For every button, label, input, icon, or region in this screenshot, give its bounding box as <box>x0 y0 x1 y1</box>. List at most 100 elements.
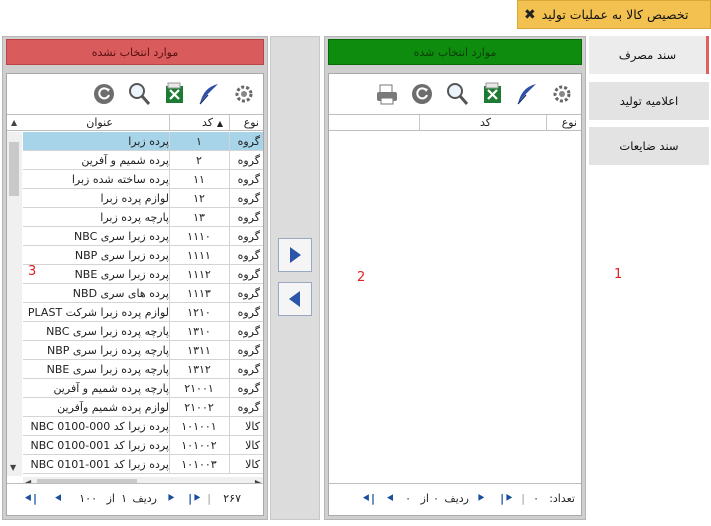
row-value: ۰ <box>433 492 439 505</box>
magnifier-icon[interactable] <box>124 79 154 109</box>
first-page-button[interactable]: ⯈| <box>500 492 513 506</box>
table-row[interactable]: کالا ۱۰۱۰۰۱ پرده زبرا کد NBC 0100-000 <box>23 417 263 436</box>
row-title: پرده زبرا کد NBC 0100-000 <box>30 420 169 433</box>
row-title: لوازم پرده زبرا <box>100 192 170 205</box>
row-code: ۱۳ <box>193 211 205 224</box>
move-left-button[interactable] <box>278 282 312 316</box>
row-type: گروه <box>237 192 260 205</box>
table-row[interactable]: گروه ۱۳ پارچه پرده زبرا <box>23 208 263 227</box>
table-row[interactable]: گروه ۱۳۱۲ پارچه پرده زبرا سری NBE <box>23 360 263 379</box>
excel-icon[interactable] <box>477 79 507 109</box>
row-type: گروه <box>237 173 260 186</box>
column-code[interactable]: کد <box>202 116 213 129</box>
row-code: ۱۳۱۱ <box>187 344 211 357</box>
first-page-button[interactable]: ⯈| <box>188 492 201 506</box>
table-row[interactable]: گروه ۱۳۱۱ پارچه پرده زبرا سری NBP <box>23 341 263 360</box>
table-row[interactable]: گروه ۱ پرده زبرا <box>23 132 263 151</box>
table-row[interactable]: کالا ۱۰۱۰۰۳ پرده زبرا کد NBC 0101-001 <box>23 455 263 474</box>
table-row[interactable]: گروه ۱۱۱۳ پرده های سری NBD <box>23 284 263 303</box>
table-row[interactable]: گروه ۱۳۱۰ پارچه پرده زبرا سری NBC <box>23 322 263 341</box>
row-type: گروه <box>237 382 260 395</box>
arrow-right-icon <box>290 247 301 263</box>
row-title: پرده زبرا <box>128 135 169 148</box>
unselected-toolbar <box>89 76 259 112</box>
row-code: ۱ <box>196 135 202 148</box>
column-code[interactable]: کد <box>480 116 491 129</box>
marker-three: 3 <box>28 264 37 279</box>
previous-page-button[interactable]: ⯇ <box>386 492 395 506</box>
scrollbar-thumb[interactable] <box>9 142 19 196</box>
next-page-button[interactable]: ⯈ <box>166 492 175 506</box>
scroll-down-icon[interactable]: ▼ <box>10 463 16 472</box>
row-title: پرده زبرا کد NBC 0101-001 <box>30 458 169 471</box>
table-row[interactable]: گروه ۱۲ لوازم پرده زبرا <box>23 189 263 208</box>
row-code: ۱۱۱۰ <box>187 230 211 243</box>
footer-separator: | <box>207 492 211 505</box>
tab-production-notice[interactable]: اعلامیه تولید <box>589 82 709 120</box>
row-code: ۲۱۰۰۱ <box>184 382 214 395</box>
printer-icon[interactable] <box>372 79 402 109</box>
table-row[interactable]: گروه ۲۱۰۰۲ لوازم پرده شمیم وآفرین <box>23 398 263 417</box>
row-title: پرده شمیم و آفرین <box>81 154 169 167</box>
row-type: گروه <box>237 344 260 357</box>
last-page-button[interactable]: |⯇ <box>24 492 37 506</box>
close-icon[interactable]: ✖ <box>524 7 536 23</box>
transfer-column <box>270 36 320 520</box>
magnifier-icon[interactable] <box>442 79 472 109</box>
row-code: ۱۰۱۰۰۳ <box>181 458 217 471</box>
scroll-up-icon[interactable]: ▲ <box>11 118 17 127</box>
footer-separator: | <box>521 492 525 505</box>
gear-icon[interactable] <box>229 79 259 109</box>
row-code: ۱۲ <box>193 192 205 205</box>
count-label: تعداد: <box>549 492 575 505</box>
row-type: گروه <box>237 249 260 262</box>
row-title: لوازم پرده زبرا شرکت PLAST <box>27 306 169 319</box>
table-row[interactable]: گروه ۱۲۱۰ لوازم پرده زبرا شرکت PLAST <box>23 303 263 322</box>
unselected-grid: ▲ نوع کد ▲ عنوان ▼ گروه ۱ پرده زبرا گروه ۲ پر… <box>6 73 264 516</box>
gear-icon[interactable] <box>547 79 577 109</box>
row-label: ردیف <box>444 492 469 505</box>
row-code: ۲۱۰۰۲ <box>184 401 214 414</box>
previous-page-button[interactable]: ⯇ <box>54 492 63 506</box>
row-type: گروه <box>237 325 260 338</box>
row-title: پرده زبرا سری NBC <box>74 230 169 243</box>
row-type: گروه <box>237 306 260 319</box>
table-row[interactable]: گروه ۱۱۱۰ پرده زبرا سری NBC <box>23 227 263 246</box>
next-page-button[interactable]: ⯈ <box>476 492 485 506</box>
unselected-rows: گروه ۱ پرده زبرا گروه ۲ پرده شمیم و آفرین گروه… <box>23 132 263 474</box>
tab-waste-document[interactable]: سند ضایعات <box>589 127 709 165</box>
selected-panel-title: موارد انتخاب شده <box>413 45 497 59</box>
column-type[interactable]: نوع <box>562 116 577 129</box>
unselected-panel-header: موارد انتخاب نشده <box>6 39 264 65</box>
row-value: ۱ <box>121 492 127 505</box>
table-row[interactable]: گروه ۲۱۰۰۱ پارچه پرده شمیم و آفرین <box>23 379 263 398</box>
unselected-grid-header: ▲ نوع کد ▲ عنوان <box>7 114 263 131</box>
count-value: ۰ <box>533 492 539 505</box>
selected-grid: نوع کد تعداد: ۰ | ⯈| ⯈ ردیف ۰ از ۰ ⯇ |⯇ <box>328 73 582 516</box>
row-type: گروه <box>237 268 260 281</box>
move-right-button[interactable] <box>278 238 312 272</box>
column-title[interactable]: عنوان <box>86 116 113 129</box>
row-code: ۱۱۱۱ <box>187 249 211 262</box>
table-row[interactable]: گروه ۱۱۱۲ پرده زبرا سری NBE <box>23 265 263 284</box>
vertical-scrollbar[interactable]: ▼ <box>7 132 22 476</box>
unselected-panel-title: موارد انتخاب نشده <box>91 45 179 59</box>
table-row[interactable]: گروه ۲ پرده شمیم و آفرین <box>23 151 263 170</box>
table-row[interactable]: گروه ۱۱ پرده ساخته شده زبرا <box>23 170 263 189</box>
of-label: از <box>106 492 115 505</box>
of-value: ۱۰۰ <box>79 492 97 505</box>
row-title: پرده زبرا سری NBP <box>74 249 169 262</box>
refresh-icon[interactable] <box>407 79 437 109</box>
last-page-button[interactable]: |⯇ <box>362 492 375 506</box>
tab-consumption-document[interactable]: سند مصرف <box>589 36 709 74</box>
arrow-left-icon <box>289 291 300 307</box>
row-type: گروه <box>237 287 260 300</box>
excel-icon[interactable] <box>159 79 189 109</box>
refresh-icon[interactable] <box>89 79 119 109</box>
feather-pen-icon[interactable] <box>512 79 542 109</box>
feather-pen-icon[interactable] <box>194 79 224 109</box>
column-type[interactable]: نوع <box>244 116 259 129</box>
table-row[interactable]: گروه ۱۱۱۱ پرده زبرا سری NBP <box>23 246 263 265</box>
table-row[interactable]: کالا ۱۰۱۰۰۲ پرده زبرا کد NBC 0100-001 <box>23 436 263 455</box>
selected-panel-header: موارد انتخاب شده <box>328 39 582 65</box>
